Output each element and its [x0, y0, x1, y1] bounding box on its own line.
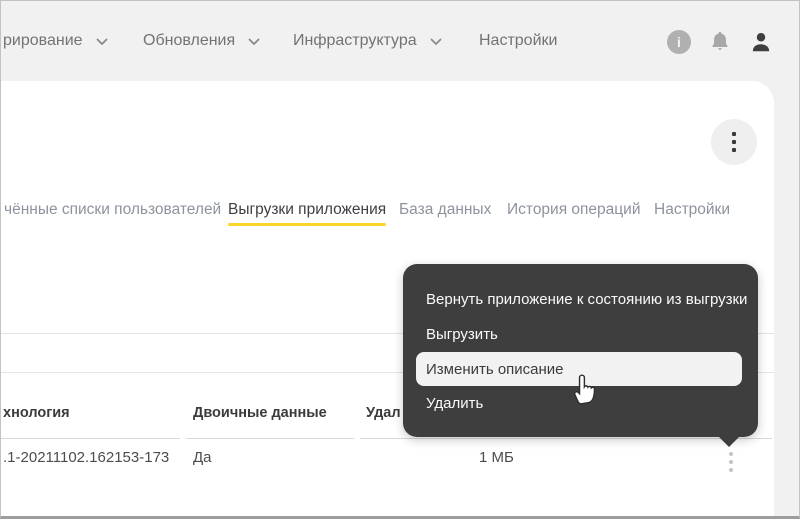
info-icon: i [667, 30, 691, 54]
tab-app-exports[interactable]: Выгрузки приложения [228, 201, 387, 226]
menu-item-delete[interactable]: Удалить [403, 386, 758, 421]
chevron-down-icon [96, 38, 108, 46]
column-header-deleted: Удал [366, 405, 401, 421]
nav-item-settings[interactable]: Настройки [479, 1, 557, 81]
nav-item-label: Инфраструктура [293, 32, 417, 49]
menu-item-restore-from-export[interactable]: Вернуть приложение к состоянию из выгруз… [403, 282, 758, 317]
header-divider [186, 438, 354, 439]
chevron-down-icon [430, 38, 442, 46]
nav-item-infrastructure[interactable]: Инфраструктура [293, 1, 442, 81]
cell-binary-data: Да [193, 449, 212, 466]
context-menu: Вернуть приложение к состоянию из выгруз… [403, 264, 758, 447]
chevron-down-icon [248, 38, 260, 46]
account-button[interactable] [748, 29, 774, 55]
header-divider [360, 438, 772, 439]
nav-item-label: рирование [3, 32, 83, 49]
kebab-icon [729, 452, 733, 456]
column-header-binary-data: Двоичные данные [193, 405, 327, 421]
page-actions-button[interactable] [711, 119, 757, 165]
row-actions-button[interactable] [723, 450, 739, 474]
menu-item-edit-description[interactable]: Изменить описание [416, 352, 742, 386]
notifications-button[interactable] [707, 29, 733, 55]
tab-operation-history[interactable]: История операций [507, 201, 640, 219]
top-navigation-bar: рирование Обновления Инфраструктура Наст… [1, 1, 799, 81]
user-icon [752, 33, 770, 52]
nav-item-updates[interactable]: Обновления [143, 1, 260, 81]
tab-user-lists[interactable]: чённые списки пользователей [4, 201, 221, 219]
info-button[interactable]: i [666, 29, 692, 55]
tab-settings[interactable]: Настройки [654, 201, 730, 219]
tab-database[interactable]: База данных [399, 201, 491, 219]
cell-export-name: .1-20211102.162153-173 [3, 449, 170, 466]
cell-size: 1 МБ [479, 449, 514, 466]
bell-icon [712, 31, 728, 50]
nav-item-label: Обновления [143, 32, 236, 49]
nav-item-administration[interactable]: рирование [3, 1, 108, 81]
app-window: рирование Обновления Инфраструктура Наст… [0, 0, 800, 519]
column-header-technology: хнология [3, 405, 70, 421]
kebab-icon [732, 132, 736, 136]
header-divider [1, 438, 180, 439]
nav-item-label: Настройки [479, 32, 558, 49]
menu-item-export[interactable]: Выгрузить [403, 317, 758, 352]
